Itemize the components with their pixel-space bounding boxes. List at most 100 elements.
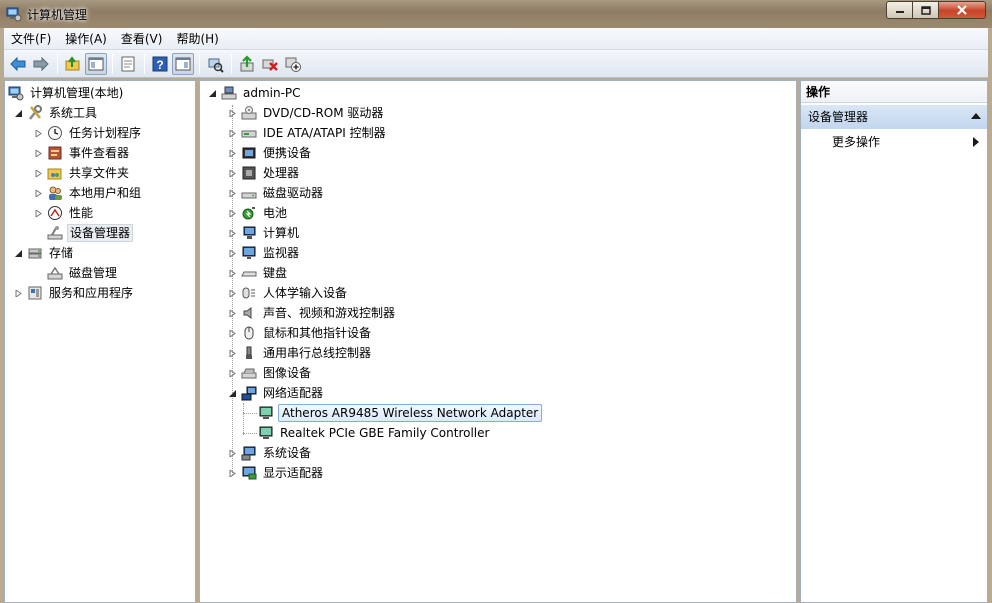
processor-icon (241, 165, 257, 181)
collapse-arrow-icon[interactable] (14, 249, 23, 258)
collapse-arrow-icon[interactable] (208, 89, 217, 98)
expand-arrow-icon[interactable] (228, 249, 237, 258)
device-category[interactable]: 鼠标和其他指针设备 (228, 323, 373, 343)
collapse-up-icon (971, 113, 981, 119)
tree-item-label: 共享文件夹 (69, 166, 130, 180)
expand-arrow-icon[interactable] (228, 449, 237, 458)
device-category[interactable]: DVD/CD-ROM 驱动器 (228, 103, 385, 123)
expand-arrow-icon[interactable] (228, 369, 237, 378)
device-category[interactable]: 便携设备 (228, 143, 313, 163)
scan-hardware-button[interactable] (204, 53, 226, 75)
expand-arrow-icon[interactable] (34, 169, 43, 178)
more-actions-item[interactable]: 更多操作 (801, 131, 987, 153)
properties-button[interactable] (117, 53, 139, 75)
expand-arrow-icon[interactable] (228, 229, 237, 238)
uninstall-button[interactable] (259, 53, 281, 75)
device-item-ethernet-adapter[interactable]: Realtek PCIe GBE Family Controller (258, 423, 491, 443)
device-category[interactable]: 系统设备 (228, 443, 313, 463)
menu-view[interactable]: 查看(V) (114, 28, 170, 50)
up-level-button[interactable] (62, 53, 84, 75)
device-category[interactable]: 处理器 (228, 163, 301, 183)
collapse-arrow-icon[interactable] (228, 389, 237, 398)
device-category[interactable]: 电池 (228, 203, 289, 223)
monitor-icon (241, 245, 257, 261)
device-category[interactable]: 键盘 (228, 263, 289, 283)
device-category-network-adapters[interactable]: 网络适配器 (228, 383, 325, 403)
window-title: 计算机管理 (27, 8, 88, 22)
back-arrow-icon (10, 56, 26, 71)
actions-section-device-manager[interactable]: 设备管理器 (801, 105, 987, 129)
device-category[interactable]: 计算机 (228, 223, 301, 243)
help-button[interactable]: ? (149, 53, 171, 75)
show-hide-tree-button[interactable] (85, 52, 107, 75)
expand-arrow-icon[interactable] (228, 349, 237, 358)
device-category[interactable]: 人体学输入设备 (228, 283, 349, 303)
tree-item-disk-management[interactable]: 磁盘管理 (47, 263, 119, 283)
expand-arrow-icon[interactable] (228, 129, 237, 138)
menu-file[interactable]: 文件(F) (4, 28, 58, 50)
tree-item-task-scheduler[interactable]: 任务计划程序 (34, 123, 143, 143)
tree-item-shared-folders[interactable]: 共享文件夹 (34, 163, 131, 183)
expand-arrow-icon[interactable] (228, 289, 237, 298)
speaker-icon (241, 305, 257, 321)
title-bar[interactable]: 计算机管理 (0, 0, 992, 28)
expand-arrow-icon[interactable] (228, 269, 237, 278)
disk-drive-icon (241, 185, 257, 201)
expand-arrow-icon[interactable] (34, 129, 43, 138)
device-item-wireless-adapter[interactable]: Atheros AR9485 Wireless Network Adapter (258, 403, 543, 423)
disable-device-icon (285, 57, 301, 72)
tree-item-performance[interactable]: 性能 (34, 203, 95, 223)
expand-arrow-icon[interactable] (228, 469, 237, 478)
device-category-label: 便携设备 (263, 146, 312, 160)
tree-system-tools[interactable]: 系统工具 (14, 103, 99, 123)
expand-arrow-icon[interactable] (34, 189, 43, 198)
expand-arrow-icon[interactable] (228, 309, 237, 318)
device-tree-pane[interactable]: admin-PC DVD/CD-ROM 驱动器 IDE ATA/ATAPI 控制… (199, 80, 797, 603)
back-button[interactable] (7, 53, 29, 75)
device-tree-root[interactable]: admin-PC (208, 83, 303, 103)
properties-icon (121, 56, 135, 71)
device-category-label: 人体学输入设备 (263, 286, 348, 300)
menu-help[interactable]: 帮助(H) (169, 28, 225, 50)
forward-button[interactable] (30, 53, 52, 75)
window-controls (886, 1, 986, 19)
device-category[interactable]: 监视器 (228, 243, 301, 263)
minimize-button[interactable] (886, 1, 913, 19)
device-category[interactable]: 图像设备 (228, 363, 313, 383)
update-driver-button[interactable] (236, 53, 258, 75)
tree-item-event-viewer[interactable]: 事件查看器 (34, 143, 131, 163)
expand-arrow-icon[interactable] (228, 209, 237, 218)
close-button[interactable] (939, 1, 986, 19)
users-icon (47, 185, 63, 201)
menu-action[interactable]: 操作(A) (58, 28, 114, 50)
disable-device-button[interactable] (282, 53, 304, 75)
expand-arrow-icon[interactable] (228, 109, 237, 118)
tree-storage[interactable]: 存储 (14, 243, 75, 263)
actions-pane: 操作 设备管理器 更多操作 (800, 80, 988, 603)
device-category[interactable]: IDE ATA/ATAPI 控制器 (228, 123, 388, 143)
expand-arrow-icon[interactable] (34, 209, 43, 218)
expand-arrow-icon[interactable] (34, 149, 43, 158)
device-category[interactable]: 磁盘驱动器 (228, 183, 325, 203)
tree-item-local-users[interactable]: 本地用户和组 (34, 183, 143, 203)
device-category[interactable]: 声音、视频和游戏控制器 (228, 303, 397, 323)
actions-header: 操作 (801, 81, 987, 103)
tree-item-device-manager[interactable]: 设备管理器 (47, 223, 134, 243)
expand-arrow-icon[interactable] (228, 329, 237, 338)
expand-arrow-icon[interactable] (14, 289, 23, 298)
maximize-button[interactable] (913, 1, 939, 19)
dvd-drive-icon (241, 105, 257, 121)
tree-root[interactable]: 计算机管理(本地) (8, 83, 125, 103)
menu-bar: 文件(F) 操作(A) 查看(V) 帮助(H) (4, 28, 988, 50)
expand-arrow-icon[interactable] (228, 189, 237, 198)
tree-storage-label: 存储 (49, 246, 74, 260)
device-category-label: 图像设备 (263, 366, 312, 380)
expand-arrow-icon[interactable] (228, 169, 237, 178)
collapse-arrow-icon[interactable] (14, 109, 23, 118)
console-tree-pane[interactable]: 计算机管理(本地) 系统工具 任务计划程序 事件查看器 共享文件夹 本地用户和组 (4, 80, 196, 603)
show-hide-action-pane-button[interactable] (172, 52, 194, 75)
tree-services-apps[interactable]: 服务和应用程序 (14, 283, 135, 303)
device-category[interactable]: 显示适配器 (228, 463, 325, 483)
device-category[interactable]: 通用串行总线控制器 (228, 343, 373, 363)
expand-arrow-icon[interactable] (228, 149, 237, 158)
